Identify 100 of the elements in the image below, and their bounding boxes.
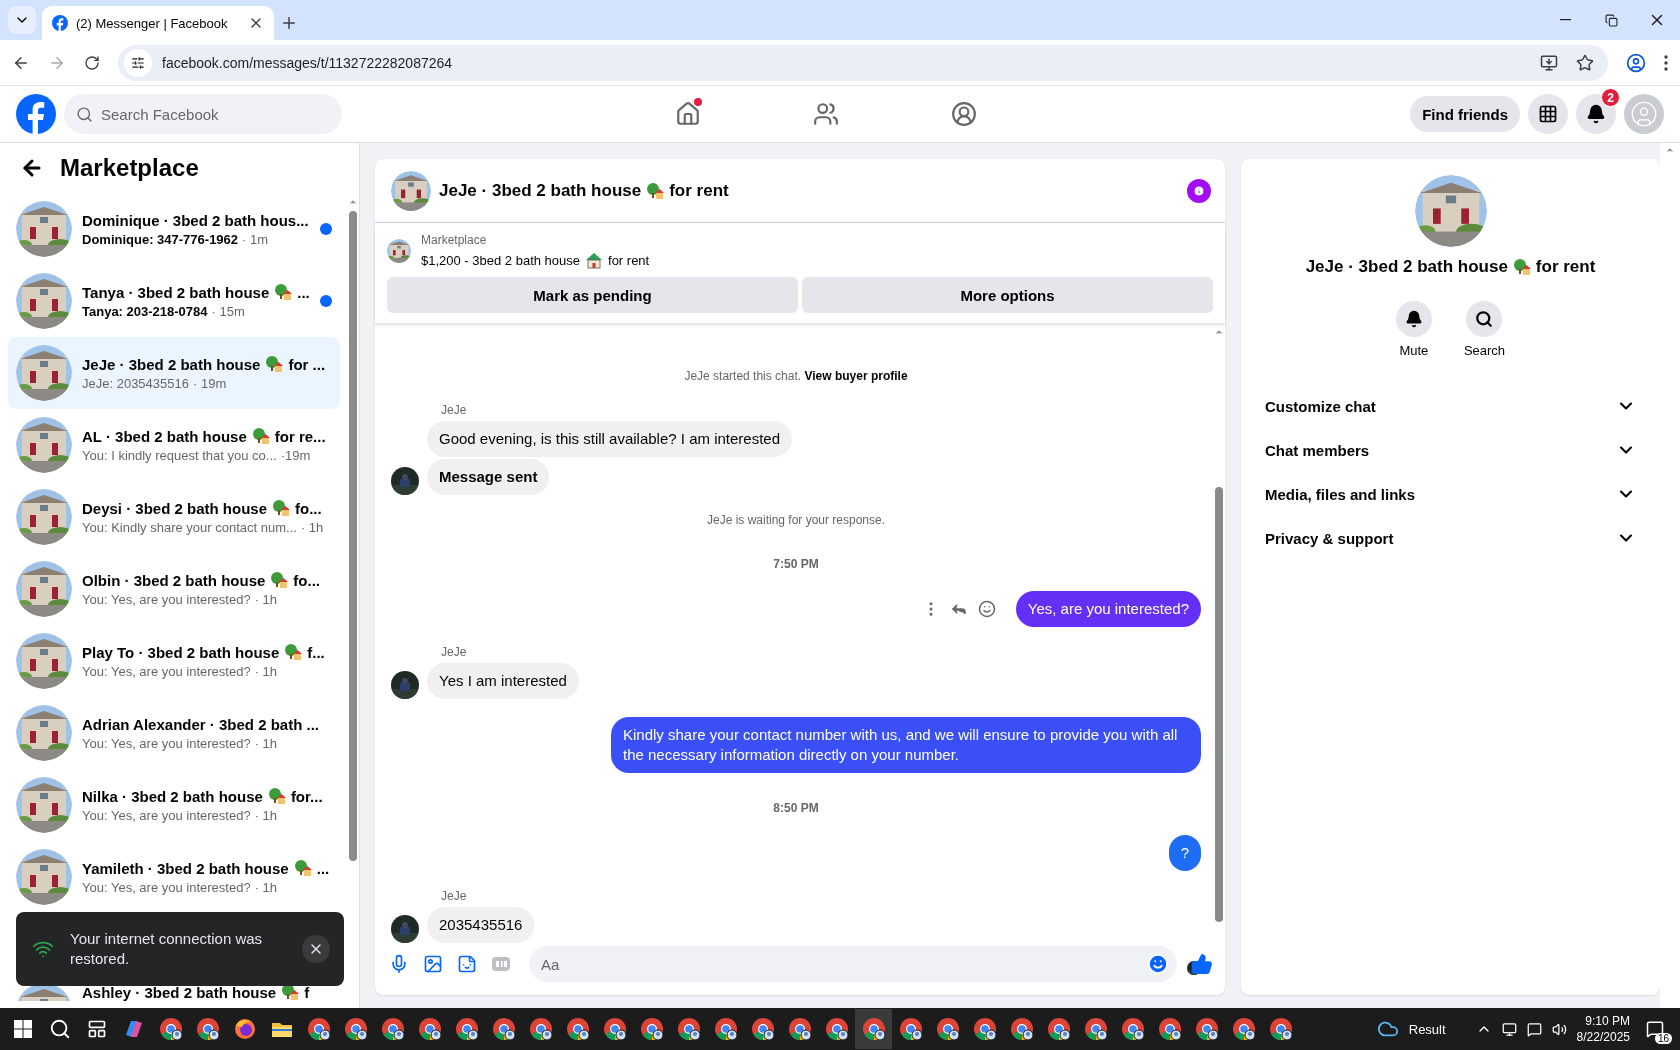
home-icon (675, 101, 701, 127)
section-toggle[interactable]: Privacy & support (1257, 516, 1644, 560)
conversation-title-end: fo... (293, 571, 321, 589)
message-time: · 1h (254, 735, 278, 751)
chrome-icon (713, 1017, 738, 1041)
weather-label[interactable]: Result (1408, 1021, 1446, 1037)
conversation-title: Deysi · 3bed 2 bath house (82, 499, 268, 517)
photo-icon[interactable] (423, 954, 443, 974)
reload-button[interactable] (84, 54, 100, 71)
address-bar[interactable]: facebook.com/messages/t/1132722282087264 (118, 44, 1608, 81)
notifications-button[interactable]: 16 (1640, 1014, 1670, 1044)
message-bubble: Message sent (427, 459, 550, 495)
conversation-title: JeJe · 3bed 2 bath house (82, 355, 261, 373)
new-tab-button[interactable] (280, 14, 298, 32)
like-icon[interactable] (1191, 953, 1213, 975)
conversation-title-end: for re... (274, 427, 326, 445)
conversation-item[interactable]: Tanya · 3bed 2 bath house ... Tanya: 203-218-0784 · 15m (8, 265, 340, 337)
install-icon (1540, 53, 1558, 72)
scroll-up-icon (1214, 327, 1224, 337)
chrome-icon (1194, 1017, 1219, 1041)
chrome-icon (1046, 1017, 1071, 1041)
conversation-title: Ashley · 3bed 2 bath house (82, 983, 277, 1001)
search-icon (76, 106, 93, 123)
tab-search-button[interactable] (8, 6, 36, 34)
conversation-item[interactable]: Adrian Alexander · 3bed 2 bath ... You: Yes, are you interested? · 1h (8, 697, 340, 769)
microphone-icon[interactable] (389, 954, 409, 974)
install-button[interactable] (1540, 53, 1558, 72)
house-tree-icon (284, 643, 303, 661)
plus-icon (280, 14, 298, 32)
message-preview: You: Yes, are you interested? (82, 880, 251, 895)
sender-name: JeJe (441, 645, 468, 659)
info-button[interactable] (1187, 178, 1211, 203)
message-bubble: 2035435516 (427, 907, 535, 943)
search-icon (48, 1018, 71, 1040)
house-icon (585, 251, 604, 269)
house-tree-icon (293, 859, 312, 877)
conversation-item[interactable]: AL · 3bed 2 bath house for re... You: I kindly request that you co... ·19m (8, 409, 340, 481)
conversation-item[interactable]: Yamileth · 3bed 2 bath house ... You: Yes, are you interested? · 1h (8, 841, 340, 913)
site-info-button[interactable] (124, 48, 152, 77)
search-field[interactable]: Search Facebook (64, 94, 342, 134)
facebook-logo[interactable] (16, 94, 56, 134)
conversation-title-end: for... (290, 787, 323, 805)
volume-icon[interactable] (1551, 1021, 1567, 1037)
message-preview: JeJe: 2035435516 (82, 376, 189, 391)
taskbar-app[interactable] (855, 1009, 892, 1049)
close-button[interactable] (302, 935, 330, 963)
chrome-icon (750, 1017, 775, 1041)
browser-tab[interactable]: (2) Messenger | Facebook (42, 6, 274, 40)
conversation-item[interactable]: Nilka · 3bed 2 bath house for... You: Yes, are you interested? · 1h (8, 769, 340, 841)
star-icon (1576, 53, 1594, 72)
conversation-item[interactable]: Olbin · 3bed 2 bath house fo... You: Yes, are you interested? · 1h (8, 553, 340, 625)
profile-button[interactable] (1626, 52, 1646, 73)
chrome-icon (491, 1017, 516, 1041)
chrome-icon (898, 1017, 923, 1041)
bell-icon (1404, 310, 1423, 328)
section-toggle[interactable]: Media, files and links (1257, 472, 1644, 516)
clock[interactable]: 9:10 PM 8/22/2025 (1576, 1013, 1630, 1045)
conversation-item[interactable]: Play To · 3bed 2 bath house f... You: Yes, are you interested? · 1h (8, 625, 340, 697)
listing-button[interactable]: More options (802, 277, 1213, 313)
listing-label: Marketplace (421, 233, 488, 247)
chrome-icon (1009, 1017, 1034, 1041)
conversation-item[interactable]: Dominique · 3bed 2 bath hous... Dominique: 347-776-1962 · 1m (8, 193, 340, 265)
system-message: JeJe is waiting for your response. (706, 513, 886, 527)
chat-title-end: for rent (1535, 257, 1596, 277)
menu-button[interactable] (1664, 54, 1668, 71)
message-time: · 19m (193, 376, 227, 391)
notifications-button[interactable] (1576, 94, 1616, 134)
message-input[interactable]: Aa (529, 946, 1177, 982)
listing-title-end: for rent (608, 252, 650, 268)
emoji-icon[interactable] (1147, 953, 1169, 975)
chrome-icon (639, 1017, 664, 1041)
find-friends-button[interactable]: Find friends (1410, 96, 1520, 132)
bookmark-button[interactable] (1576, 53, 1594, 72)
message-time: · 1h (300, 520, 324, 535)
message-time: · 1h (254, 880, 278, 895)
listing-button[interactable]: Mark as pending (387, 277, 798, 313)
message-bubble: Yes, are you interested? (1015, 591, 1201, 627)
conversation-title: Yamileth · 3bed 2 bath house (82, 859, 289, 877)
message-preview: You: Yes, are you interested? (82, 735, 251, 751)
chrome-icon (824, 1017, 849, 1041)
sticker-icon[interactable] (457, 954, 477, 974)
message-bubble: Kindly share your contact number with us, and we will ensure to provide you with all the necessary information directly on your number. (611, 717, 1201, 773)
display-icon[interactable] (1501, 1021, 1517, 1037)
message-time: · 1h (254, 592, 278, 607)
action-button[interactable] (1466, 301, 1503, 337)
conversation-item[interactable]: JeJe · 3bed 2 bath house for ... JeJe: 2035435516 · 19m (8, 337, 340, 409)
notification-count: 16 (1654, 1033, 1672, 1044)
buyer-profile-link[interactable]: View buyer profile (804, 369, 908, 383)
react-icon[interactable] (977, 600, 996, 618)
chat-title-end: for rent (669, 180, 729, 201)
scrollbar[interactable] (1660, 143, 1680, 1008)
reload-icon (84, 54, 100, 71)
section-toggle[interactable]: Chat members (1257, 428, 1644, 472)
listing-title: $1,200 - 3bed 2 bath house (421, 252, 581, 268)
menu-button[interactable] (1528, 94, 1568, 134)
action-button[interactable] (1395, 301, 1432, 337)
conversation-item[interactable]: Deysi · 3bed 2 bath house fo... You: Kindly share your contact num... · 1h (8, 481, 340, 553)
system-message: JeJe started this chat. View buyer profile (684, 369, 908, 383)
section-toggle[interactable]: Customize chat (1257, 384, 1644, 428)
toast-message: Your internet connection was restored. (70, 929, 264, 969)
